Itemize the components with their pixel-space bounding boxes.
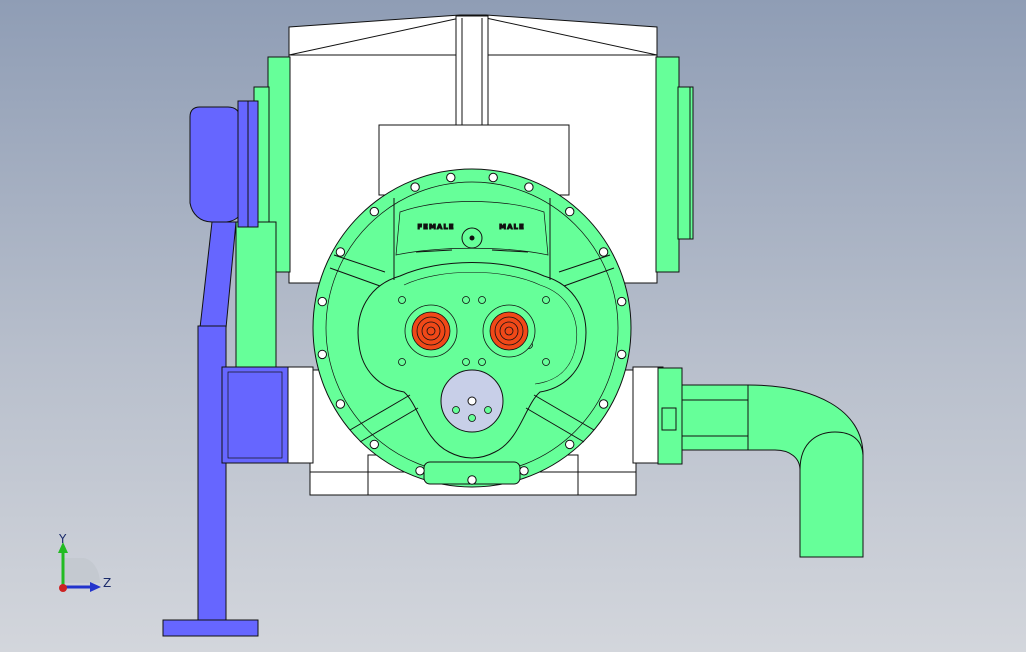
bolt-hole	[415, 466, 425, 476]
bolt-hole	[598, 399, 609, 409]
axis-triad: Y Z	[58, 532, 111, 592]
bolt-hole	[488, 172, 498, 183]
bolt-hole	[617, 296, 627, 307]
bolt-hole	[335, 247, 346, 257]
inner-hole	[542, 296, 550, 304]
female-rotor	[404, 304, 458, 358]
bolt-hole	[446, 172, 456, 183]
pump-model-drawing[interactable]: FEMALE MALE Y Z	[0, 0, 1026, 652]
inner-hole	[462, 358, 470, 366]
bolt-hole	[369, 439, 379, 450]
cad-viewport[interactable]: FEMALE MALE Y Z	[0, 0, 1026, 652]
bolt-hole	[617, 349, 627, 360]
inner-hole	[478, 296, 486, 304]
male-label: MALE	[499, 223, 525, 231]
bolt-hole	[335, 399, 346, 409]
x-axis-origin	[59, 584, 67, 592]
inner-hole	[462, 296, 470, 304]
inner-hole	[484, 406, 492, 414]
inner-hole	[398, 358, 406, 366]
y-axis-label: Y	[58, 532, 67, 546]
bolt-hole	[598, 247, 609, 257]
bolt-hole	[565, 206, 575, 217]
female-label: FEMALE	[417, 223, 454, 231]
pump-front-cover: FEMALE MALE	[312, 168, 632, 488]
left-green-pipe	[235, 221, 277, 371]
bolt-hole	[467, 475, 477, 485]
bolt-hole	[565, 439, 575, 450]
outlet-pipe	[657, 367, 864, 558]
z-axis-label: Z	[103, 576, 111, 590]
bolt-hole	[519, 466, 529, 476]
inner-hole	[468, 414, 476, 422]
inner-hole	[542, 358, 550, 366]
bolt-hole	[524, 182, 534, 192]
bolt-hole	[369, 206, 379, 217]
inner-hole	[452, 406, 460, 414]
inner-hole	[478, 358, 486, 366]
bolt-hole	[317, 296, 327, 307]
bolt-hole	[410, 182, 420, 192]
male-rotor	[482, 304, 536, 358]
bolt-hole	[317, 349, 327, 360]
inner-hole	[398, 296, 406, 304]
